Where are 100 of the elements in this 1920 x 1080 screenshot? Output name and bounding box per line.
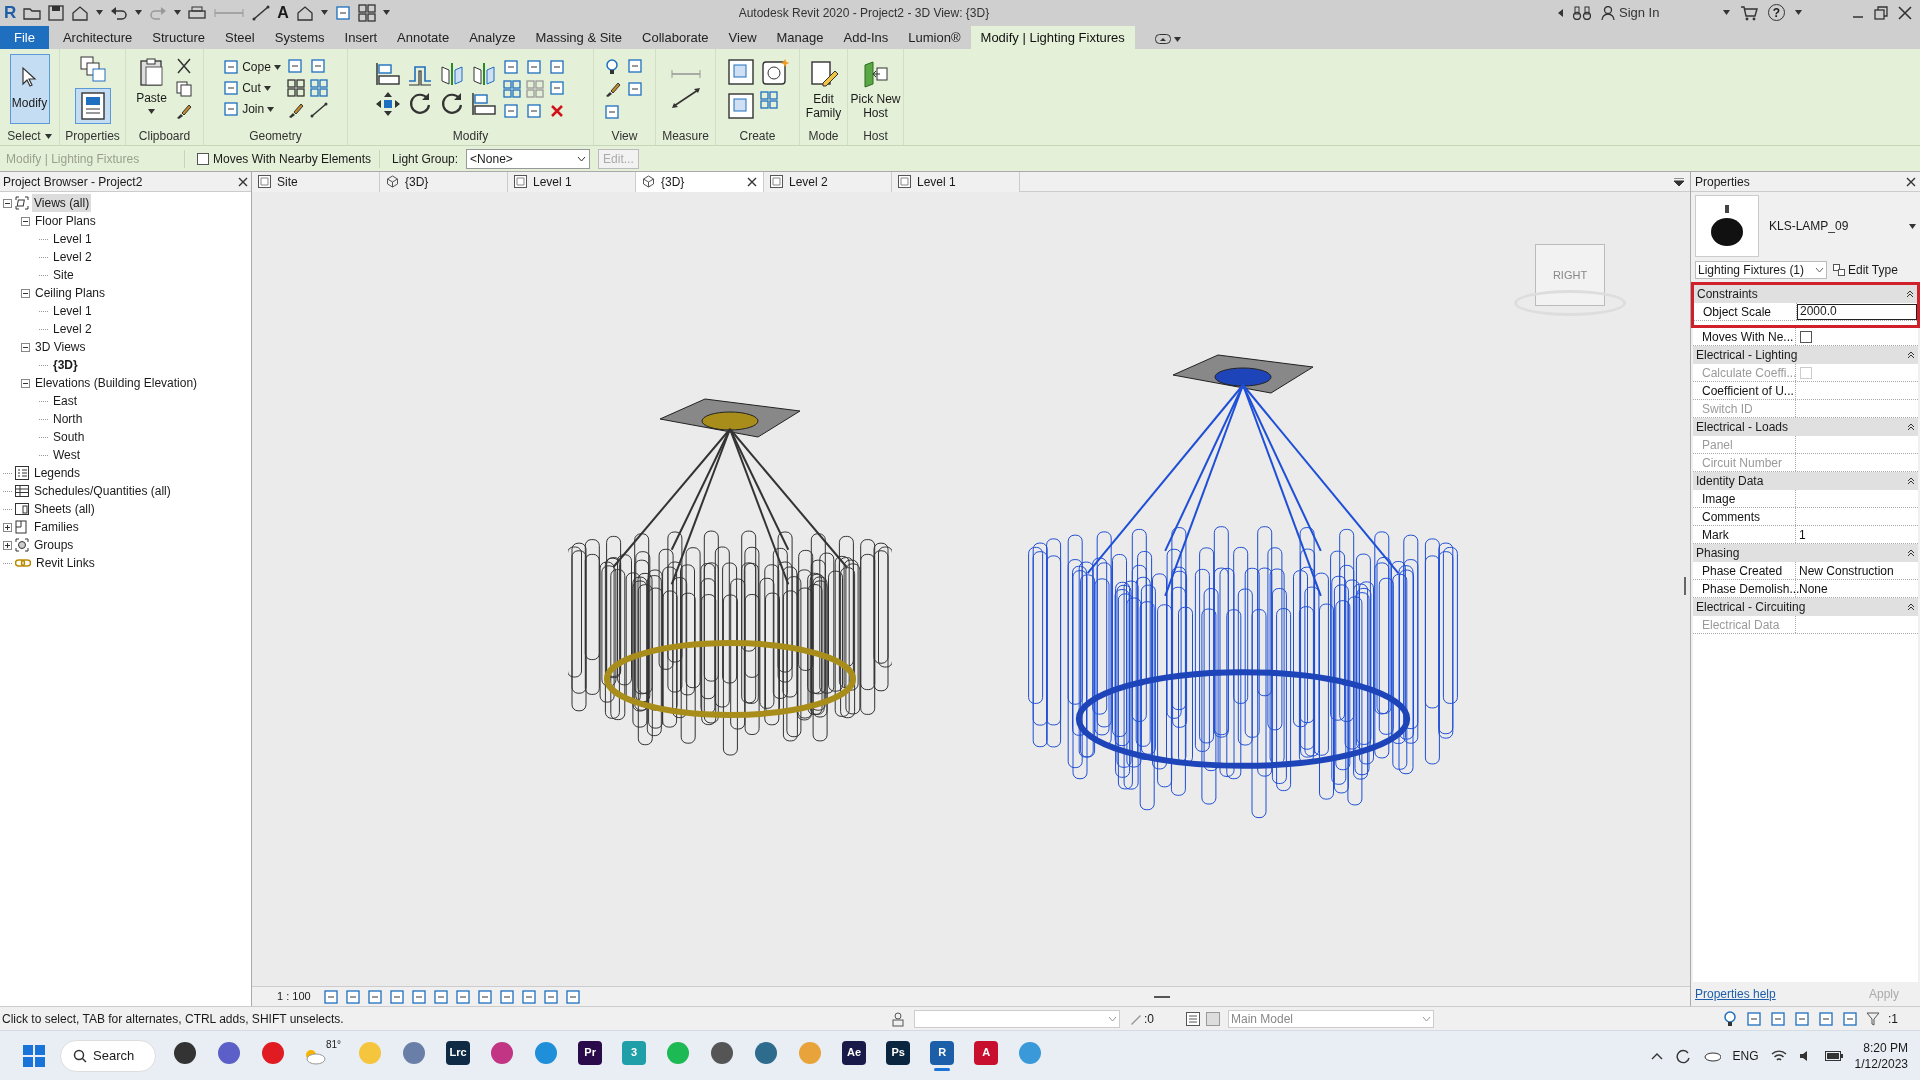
printer-icon[interactable]	[188, 4, 207, 21]
checkbox[interactable]	[197, 152, 209, 165]
tree-item[interactable]: {3D}	[51, 356, 80, 374]
tree-item[interactable]: North	[51, 410, 85, 428]
align-icon[interactable]	[374, 61, 401, 87]
wifi-icon[interactable]	[1770, 1048, 1787, 1063]
tree-item[interactable]: Views (all)	[32, 194, 92, 212]
small-square-icon[interactable]	[1794, 1010, 1810, 1027]
battery-icon[interactable]	[1824, 1049, 1843, 1062]
tree-item[interactable]: Schedules/Quantities (all)	[32, 482, 173, 500]
ribbon-tab[interactable]: Structure	[142, 26, 216, 49]
app-tile[interactable]: Pr	[578, 1040, 603, 1065]
value-input[interactable]: 2000.0	[1797, 303, 1917, 320]
small-square-icon[interactable]	[627, 58, 643, 74]
text-tool[interactable]: A	[277, 4, 289, 21]
collapse-icon[interactable]	[1907, 603, 1915, 611]
small-square-icon[interactable]	[543, 988, 559, 1005]
app-tile[interactable]: Lrc	[446, 1040, 471, 1065]
minimize-ribbon-icon[interactable]	[1154, 34, 1171, 44]
small-square-icon[interactable]	[455, 988, 471, 1005]
grid-icon[interactable]	[502, 80, 521, 98]
dropdown-caret-icon[interactable]	[1909, 223, 1916, 229]
small-square-icon[interactable]	[1818, 1010, 1834, 1027]
small-square-icon[interactable]	[323, 988, 339, 1005]
small-square-icon[interactable]	[223, 80, 240, 96]
house-icon[interactable]	[71, 4, 90, 21]
small-square-icon[interactable]	[521, 988, 537, 1005]
expand-toggle[interactable]	[21, 378, 30, 388]
expand-toggle[interactable]	[3, 522, 12, 532]
ribbon-tab[interactable]: Massing & Site	[525, 26, 633, 49]
sync-icon[interactable]	[1674, 1047, 1691, 1064]
ribbon-tab[interactable]: File	[0, 26, 49, 49]
small-square-icon[interactable]	[548, 80, 565, 96]
clock-time[interactable]: 8:20 PM	[1863, 1039, 1908, 1056]
small-square-icon[interactable]	[502, 103, 519, 119]
app-tile[interactable]: Ae	[842, 1040, 867, 1065]
property-value[interactable]: 1	[1796, 525, 1809, 544]
small-square-icon[interactable]	[502, 59, 519, 75]
light-group-dropdown[interactable]: <None>	[466, 148, 591, 169]
document-tab[interactable]: {3D}	[380, 171, 508, 192]
small-square-icon[interactable]	[367, 988, 383, 1005]
tree-item[interactable]: Level 1	[51, 302, 94, 320]
sign-in-button[interactable]: Sign In	[1619, 2, 1719, 23]
close-icon[interactable]	[238, 176, 248, 187]
diagonal-line-icon[interactable]	[252, 4, 271, 21]
pencil-page-icon[interactable]	[808, 58, 839, 89]
collapse-icon[interactable]	[1906, 290, 1914, 298]
light-bulb-icon[interactable]	[1722, 1009, 1738, 1028]
search-field[interactable]: Search	[60, 1039, 156, 1072]
dimension-icon[interactable]	[669, 86, 702, 110]
small-square-icon[interactable]	[1842, 1010, 1858, 1027]
tree-item[interactable]: 3D Views	[33, 338, 88, 356]
language-indicator[interactable]: ENG	[1732, 1046, 1759, 1065]
mirror-icon[interactable]	[438, 61, 465, 87]
grid-icon[interactable]	[759, 91, 778, 109]
expand-toggle[interactable]	[21, 216, 30, 226]
tree-item[interactable]: Families	[32, 518, 81, 536]
ribbon-tab[interactable]: Analyze	[459, 26, 526, 49]
geometry-tool-button[interactable]: Join	[242, 100, 265, 118]
app-tile[interactable]: A	[974, 1040, 999, 1065]
tree-item[interactable]: Elevations (Building Elevation)	[33, 374, 200, 392]
brush-icon[interactable]	[604, 81, 622, 99]
ribbon-tab[interactable]: Manage	[766, 26, 834, 49]
scissors-icon[interactable]	[174, 57, 193, 75]
tree-item[interactable]: West	[51, 446, 83, 464]
diagonal-line-icon[interactable]	[309, 102, 328, 118]
app-icon[interactable]	[174, 1041, 196, 1064]
modify-tool-button[interactable]: Modify	[9, 54, 50, 124]
small-square-icon[interactable]	[548, 59, 565, 75]
clock-date[interactable]: 1/12/2023	[1854, 1055, 1908, 1072]
small-square-icon[interactable]	[334, 4, 351, 21]
small-square-icon[interactable]	[1770, 1010, 1786, 1027]
four-arrows-icon[interactable]	[374, 91, 401, 117]
element-selector[interactable]: Lighting Fixtures (1)	[1695, 261, 1827, 279]
app-logo[interactable]: R	[4, 4, 17, 21]
collapse-icon[interactable]	[1907, 477, 1915, 485]
small-square-icon[interactable]	[286, 58, 303, 74]
small-square-icon[interactable]	[604, 104, 620, 120]
tree-item[interactable]: Level 1	[51, 230, 94, 248]
tree-item[interactable]: Revit Links	[34, 554, 97, 572]
scroll-thumb[interactable]	[1154, 995, 1170, 998]
close-icon[interactable]	[1906, 176, 1916, 187]
binoculars-icon[interactable]	[1573, 5, 1591, 20]
tree-item[interactable]: East	[51, 392, 79, 410]
small-square-icon[interactable]	[223, 59, 240, 75]
collapse-icon[interactable]	[1907, 351, 1915, 359]
type-properties-icon[interactable]	[77, 54, 108, 84]
grid-icon[interactable]	[309, 79, 328, 97]
house-icon[interactable]	[295, 4, 314, 21]
ribbon-tab[interactable]: Add-Ins	[833, 26, 899, 49]
property-value[interactable]: New Construction	[1796, 561, 1897, 580]
save-icon[interactable]	[48, 4, 65, 21]
ribbon-tab[interactable]: Lumion®	[898, 26, 971, 49]
app-icon[interactable]	[218, 1041, 240, 1064]
geometry-tool-button[interactable]: Cut	[242, 79, 261, 97]
collapse-icon[interactable]	[1907, 549, 1915, 557]
workset-icon[interactable]	[890, 1010, 906, 1027]
small-square-icon[interactable]	[525, 59, 542, 75]
document-tab[interactable]: {3D}	[636, 171, 764, 192]
mirror-icon[interactable]	[470, 61, 497, 87]
